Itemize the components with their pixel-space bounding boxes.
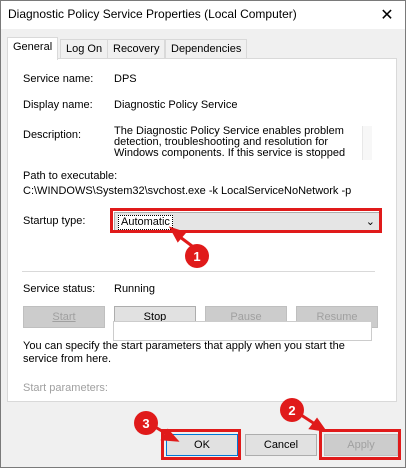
display-name-label: Display name: [23, 99, 93, 111]
description-scrollbar[interactable] [362, 126, 372, 160]
tab-dependencies[interactable]: Dependencies [165, 39, 248, 59]
startup-type-label: Startup type: [23, 215, 86, 227]
start-params-input[interactable] [113, 321, 372, 341]
apply-button[interactable]: Apply [324, 434, 398, 456]
properties-dialog: Diagnostic Policy Service Properties (Lo… [0, 0, 406, 468]
service-status-label: Service status: [23, 283, 96, 295]
tab-general[interactable]: General [7, 37, 59, 60]
tab-recovery[interactable]: Recovery [107, 39, 166, 59]
help-text: You can specify the start parameters tha… [23, 340, 345, 365]
step-marker-3: 3 [134, 411, 158, 435]
close-icon[interactable]: ✕ [373, 1, 401, 29]
description-text: The Diagnostic Policy Service enables pr… [114, 126, 346, 159]
start-button[interactable]: Start [23, 306, 105, 328]
startup-type-value: Automatic [118, 215, 173, 230]
divider [22, 271, 375, 272]
display-name-value: Diagnostic Policy Service [114, 99, 238, 111]
path-label: Path to executable: [23, 170, 118, 182]
chevron-down-icon: ⌄ [365, 216, 375, 228]
ok-button[interactable]: OK [166, 434, 238, 456]
step-marker-2: 2 [280, 398, 304, 422]
service-name-value: DPS [114, 73, 137, 85]
description-label: Description: [23, 129, 82, 141]
window-title: Diagnostic Policy Service Properties (Lo… [8, 7, 297, 21]
title-bar: Diagnostic Policy Service Properties (Lo… [1, 1, 405, 29]
start-params-label: Start parameters: [23, 382, 108, 394]
description-box[interactable]: The Diagnostic Policy Service enables pr… [114, 126, 372, 160]
cancel-button[interactable]: Cancel [245, 434, 317, 456]
tab-log-on[interactable]: Log On [60, 39, 109, 59]
path-value: C:\WINDOWS\System32\svchost.exe -k Local… [23, 185, 352, 197]
step-marker-1: 1 [185, 244, 209, 268]
general-panel: Service name: DPS Display name: Diagnost… [7, 58, 397, 402]
service-name-label: Service name: [23, 73, 94, 85]
service-status-value: Running [114, 283, 155, 295]
startup-type-dropdown[interactable]: Automatic ⌄ [114, 212, 380, 232]
